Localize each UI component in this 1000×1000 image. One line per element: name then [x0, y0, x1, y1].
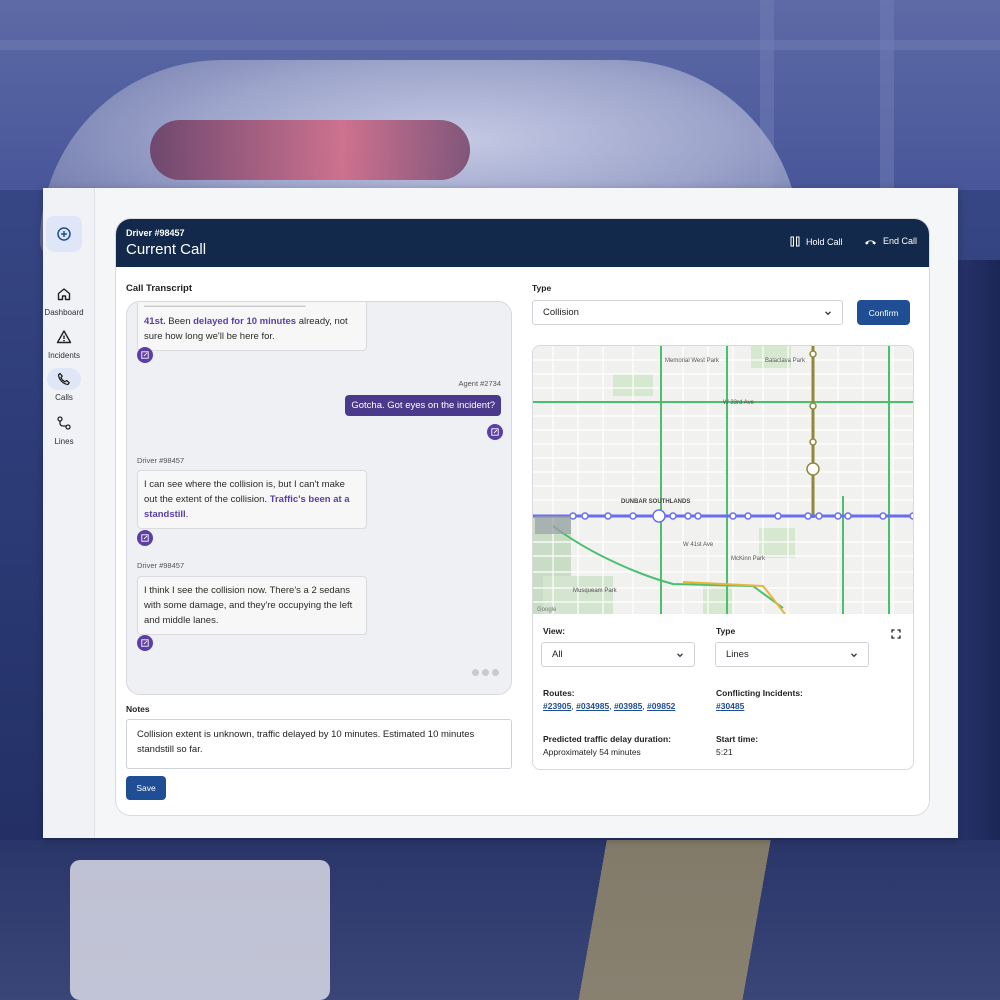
map-type-select[interactable]: Lines — [715, 642, 869, 667]
background-train-side — [958, 260, 1000, 860]
map-type-value: Lines — [726, 649, 749, 660]
end-call-button[interactable]: End Call — [864, 236, 917, 246]
call-header: Driver #98457 Current Call Hold Call End… — [116, 219, 929, 267]
routes-list: #23905, #034985, #03985, #09852 — [543, 701, 676, 711]
driver-message: I can see where the collision is, but I … — [137, 470, 367, 529]
route-link[interactable]: #09852 — [647, 701, 675, 711]
map-label: W 33rd Ave — [723, 400, 755, 406]
chevron-down-icon — [851, 653, 857, 658]
routes-label: Routes: — [543, 688, 575, 698]
map-label: McKinn Park — [731, 556, 766, 562]
driver-id: Driver #98457 — [126, 228, 185, 238]
map-attribution: Google — [537, 607, 557, 613]
sidebar: Dashboard Incidents Calls Lines — [43, 188, 95, 838]
warning-icon — [56, 330, 72, 344]
confirm-button[interactable]: Confirm — [857, 300, 910, 325]
edit-message-button[interactable] — [137, 530, 153, 546]
app-window: Dashboard Incidents Calls Lines Driver #… — [43, 188, 958, 838]
current-call-card: Driver #98457 Current Call Hold Call End… — [115, 218, 930, 816]
sidebar-item-label: Incidents — [47, 351, 81, 360]
transcript-section: Call Transcript ────────────────────────… — [126, 283, 512, 800]
hold-call-label: Hold Call — [806, 236, 843, 247]
route-icon — [57, 416, 71, 430]
map-label: Balaclava Park — [765, 358, 806, 364]
transcript-label: Call Transcript — [126, 283, 192, 294]
incident-section: Type Collision Confirm Memorial West Par… — [532, 283, 916, 770]
highlight-text: delayed for 10 minutes — [193, 316, 297, 327]
message-author: Driver #98457 — [137, 561, 185, 570]
route-link[interactable]: #03985 — [614, 701, 642, 711]
edit-message-button[interactable] — [137, 347, 153, 363]
route-link[interactable]: #034985 — [576, 701, 609, 711]
page-title: Current Call — [126, 241, 207, 258]
map-label: W 41st Ave — [683, 542, 714, 548]
incident-type-value: Collision — [543, 307, 579, 318]
sidebar-item-label: Calls — [55, 393, 73, 402]
new-call-button[interactable] — [46, 216, 82, 252]
route-link[interactable]: #23905 — [543, 701, 571, 711]
type-label: Type — [532, 283, 552, 293]
message-author: Agent #2734 — [458, 379, 501, 388]
message-text: Been — [165, 316, 194, 327]
message-author: Driver #98457 — [137, 456, 185, 465]
map-type-label: Type — [716, 626, 736, 636]
view-select[interactable]: All — [541, 642, 695, 667]
delay-value: Approximately 54 minutes — [543, 747, 641, 757]
sidebar-item-dashboard[interactable]: Dashboard — [43, 283, 85, 317]
sidebar-item-label: Lines — [54, 437, 74, 446]
pause-icon — [790, 236, 800, 247]
start-time-label: Start time: — [716, 734, 759, 744]
sidebar-item-lines[interactable]: Lines — [43, 412, 85, 446]
end-call-label: End Call — [883, 236, 918, 246]
message-text: . — [185, 509, 189, 520]
phone-icon — [57, 372, 70, 386]
fullscreen-icon — [891, 629, 901, 639]
view-value: All — [552, 649, 563, 660]
driver-message: ──────────────────────── 41st. Been dela… — [137, 301, 367, 351]
background-train-light — [150, 120, 470, 180]
delay-label: Predicted traffic delay duration: — [543, 734, 671, 744]
map-canvas: Memorial West Park DUNBAR SOUTHLANDS Bal… — [533, 346, 913, 615]
edit-icon — [141, 534, 149, 542]
transcript-panel[interactable]: ──────────────────────── 41st. Been dela… — [126, 301, 512, 695]
background-coupler — [70, 860, 330, 1000]
plus-circle-icon — [57, 227, 71, 241]
background-platform-stripe — [560, 840, 1000, 1000]
hang-up-icon — [865, 239, 876, 245]
edit-message-button[interactable] — [137, 635, 153, 651]
fullscreen-button[interactable] — [891, 626, 901, 644]
edit-icon — [491, 428, 499, 436]
sidebar-item-label: Dashboard — [44, 308, 84, 317]
chevron-down-icon — [825, 311, 831, 316]
start-time-value: 5:21 — [716, 747, 733, 757]
truncated-line: ──────────────────────── — [144, 301, 306, 312]
sidebar-item-incidents[interactable]: Incidents — [43, 326, 85, 360]
notes-label: Notes — [126, 704, 150, 714]
incident-type-select[interactable]: Collision — [532, 300, 843, 325]
home-icon — [57, 288, 71, 301]
sidebar-item-calls[interactable]: Calls — [43, 368, 85, 402]
edit-icon — [141, 351, 149, 359]
hold-call-button[interactable]: Hold Call — [790, 236, 843, 247]
edit-icon — [141, 639, 149, 647]
map-panel: Memorial West Park DUNBAR SOUTHLANDS Bal… — [532, 345, 914, 770]
background-beam — [0, 40, 1000, 50]
route-map[interactable]: Memorial West Park DUNBAR SOUTHLANDS Bal… — [533, 346, 913, 615]
agent-message: Gotcha. Got eyes on the incident? — [345, 395, 501, 416]
edit-message-button[interactable] — [487, 424, 503, 440]
map-label: Memorial West Park — [665, 358, 720, 364]
typing-indicator — [472, 669, 499, 676]
chevron-down-icon — [677, 653, 683, 658]
driver-message: I think I see the collision now. There's… — [137, 576, 367, 635]
map-label: DUNBAR SOUTHLANDS — [621, 499, 690, 505]
conflicting-incidents-list: #30485 — [716, 701, 744, 711]
conflicting-incidents-label: Conflicting Incidents: — [716, 688, 803, 698]
background-beam — [880, 0, 894, 190]
save-button[interactable]: Save — [126, 776, 166, 800]
highlight-text: 41st. — [144, 316, 166, 327]
incident-link[interactable]: #30485 — [716, 701, 744, 711]
map-label: Musqueam Park — [573, 588, 618, 594]
notes-textarea[interactable]: Collision extent is unknown, traffic del… — [126, 719, 512, 769]
view-label: View: — [543, 626, 566, 636]
